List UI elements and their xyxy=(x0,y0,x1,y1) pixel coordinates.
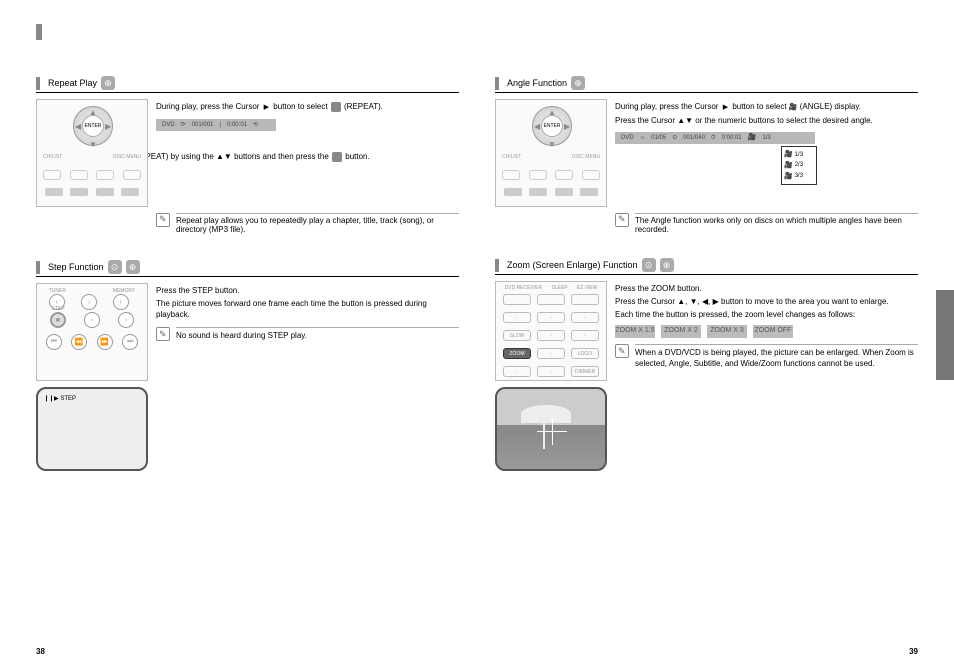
section-repeat-text: During play, press the Cursor button to … xyxy=(156,99,459,207)
section-zoom: Zoom (Screen Enlarge) Function ⊙ ⊕ DVD R… xyxy=(495,258,918,471)
section-header-angle: Angle Function ⊕ xyxy=(495,76,918,93)
note-icon xyxy=(156,327,170,341)
step-button-icon: ■ xyxy=(50,312,66,328)
remote-step-diagram: TUNER‹ ○ MEMORY› STEP■ ◦ ◦ ⏮ ⏪ ⏩ xyxy=(36,283,148,381)
zoom-level: ZOOM X 2 xyxy=(661,325,701,338)
page-spread: Repeat Play ⊕ ENTER ▲ ▼ ◀ ▶ CH/LISTDISC … xyxy=(0,0,954,666)
note-row: The Angle function works only on discs o… xyxy=(615,213,918,234)
note-text: The Angle function works only on discs o… xyxy=(635,213,918,234)
zoom-level: ZOOM X 3 xyxy=(707,325,747,338)
note-icon xyxy=(615,344,629,358)
arrow-right-icon: ▶ xyxy=(564,122,570,131)
arrow-down-icon: ▼ xyxy=(548,140,556,149)
arrow-up-icon: ▲ xyxy=(548,108,556,117)
note-text: Repeat play allows you to repeatedly pla… xyxy=(176,213,459,234)
page-title-bar xyxy=(36,24,42,40)
note-row: When a DVD/VCD is being played, the pict… xyxy=(615,344,918,369)
section-angle-text: During play, press the Cursor button to … xyxy=(615,99,918,207)
page-number-right: 39 xyxy=(909,647,918,656)
repeat-icon xyxy=(332,152,342,162)
arrow-left-icon: ◀ xyxy=(534,122,540,131)
note-text: No sound is heard during STEP play. xyxy=(176,327,459,341)
zoom-level: ZOOM OFF xyxy=(753,325,793,338)
note-icon xyxy=(615,213,629,227)
crosshair-icon xyxy=(552,419,553,445)
section-bar xyxy=(495,77,499,90)
angle-camera-icon xyxy=(789,102,798,111)
zoom-level: ZOOM X 1.5 xyxy=(615,325,655,338)
thumb-tab xyxy=(936,290,954,380)
section-title: Repeat Play xyxy=(48,78,97,88)
remote-zoom-diagram: DVD RECEIVER SLEEP EZ VIEW ◦◦◦ SLOW◦◦ xyxy=(495,281,607,381)
section-bar xyxy=(36,261,40,274)
cursor-up-icon xyxy=(216,152,224,161)
note-row: Repeat play allows you to repeatedly pla… xyxy=(156,213,459,234)
arrow-left-icon: ◀ xyxy=(75,122,81,131)
page-left: Repeat Play ⊕ ENTER ▲ ▼ ◀ ▶ CH/LISTDISC … xyxy=(0,0,477,666)
osd-bar: DVD ⟳ 001/001 | 0:00:01 ⟲ xyxy=(156,119,276,131)
camera-icon xyxy=(784,161,793,171)
section-bar xyxy=(495,259,499,272)
remote-icon: ⊕ xyxy=(571,76,585,90)
remote-icon: ⊕ xyxy=(660,258,674,272)
section-bar xyxy=(36,77,40,90)
zoom-sequence: ZOOM X 1.5 ZOOM X 2 ZOOM X 3 ZOOM OFF xyxy=(615,325,918,338)
section-title: Angle Function xyxy=(507,78,567,88)
enter-button-icon: ENTER xyxy=(82,115,104,137)
cursor-down-icon xyxy=(224,152,232,161)
cursor-down-icon xyxy=(690,297,698,306)
cursor-left-icon xyxy=(702,297,708,306)
note-text: When a DVD/VCD is being played, the pict… xyxy=(635,344,918,369)
repeat-icon xyxy=(331,102,341,112)
play-triangle-icon xyxy=(262,102,271,111)
camera-icon xyxy=(784,172,793,182)
note-row: No sound is heard during STEP play. xyxy=(156,327,459,341)
osd-bar: DVD ☼ 01/05 ⊙ 001/040 ⏱ 0:00:01 1/3 xyxy=(615,132,815,144)
tv-screen-step: ❙❙▶ STEP xyxy=(36,387,148,471)
section-header-step: Step Function ⊙ ⊕ xyxy=(36,260,459,277)
play-triangle-icon xyxy=(721,102,730,111)
section-step-text: Press the STEP button. The picture moves… xyxy=(156,283,459,471)
remote-icon: ⊕ xyxy=(101,76,115,90)
section-angle: Angle Function ⊕ ENTER ▲ ▼ ◀ ▶ CH/LISTDI… xyxy=(495,76,918,234)
cursor-up-icon xyxy=(677,297,685,306)
tv-step-label: ❙❙▶ STEP xyxy=(44,395,76,402)
remote-dpad-diagram: ENTER ▲ ▼ ◀ ▶ CH/LISTDISC MENU xyxy=(36,99,148,207)
camera-icon xyxy=(748,133,757,143)
arrow-up-icon: ▲ xyxy=(89,108,97,117)
angle-popup: 1/3 2/3 3/3 xyxy=(781,146,817,185)
page-number-left: 38 xyxy=(36,647,45,656)
section-header-repeat: Repeat Play ⊕ xyxy=(36,76,459,93)
dvd-media-icon: ⊙ xyxy=(642,258,656,272)
note-icon xyxy=(156,213,170,227)
remote-icon: ⊕ xyxy=(126,260,140,274)
remote-dpad-diagram: ENTER ▲ ▼ ◀ ▶ CH/LISTDISC MENU xyxy=(495,99,607,207)
dvd-media-icon: ⊙ xyxy=(108,260,122,274)
zoom-button-icon: ZOOM xyxy=(503,348,531,359)
cursor-right-icon xyxy=(713,297,719,306)
enter-button-icon: ENTER xyxy=(541,115,563,137)
section-repeat: Repeat Play ⊕ ENTER ▲ ▼ ◀ ▶ CH/LISTDISC … xyxy=(36,76,459,234)
tv-screen-zoom xyxy=(495,387,607,471)
arrow-right-icon: ▶ xyxy=(105,122,111,131)
section-step: Step Function ⊙ ⊕ TUNER‹ ○ MEMORY› STEP■ xyxy=(36,260,459,471)
page-right: Angle Function ⊕ ENTER ▲ ▼ ◀ ▶ CH/LISTDI… xyxy=(477,0,954,666)
section-title: Zoom (Screen Enlarge) Function xyxy=(507,260,638,270)
arrow-down-icon: ▼ xyxy=(89,140,97,149)
section-title: Step Function xyxy=(48,262,104,272)
section-zoom-text: Press the ZOOM button. Press the Cursor … xyxy=(615,281,918,471)
section-header-zoom: Zoom (Screen Enlarge) Function ⊙ ⊕ xyxy=(495,258,918,275)
camera-icon xyxy=(784,150,793,160)
